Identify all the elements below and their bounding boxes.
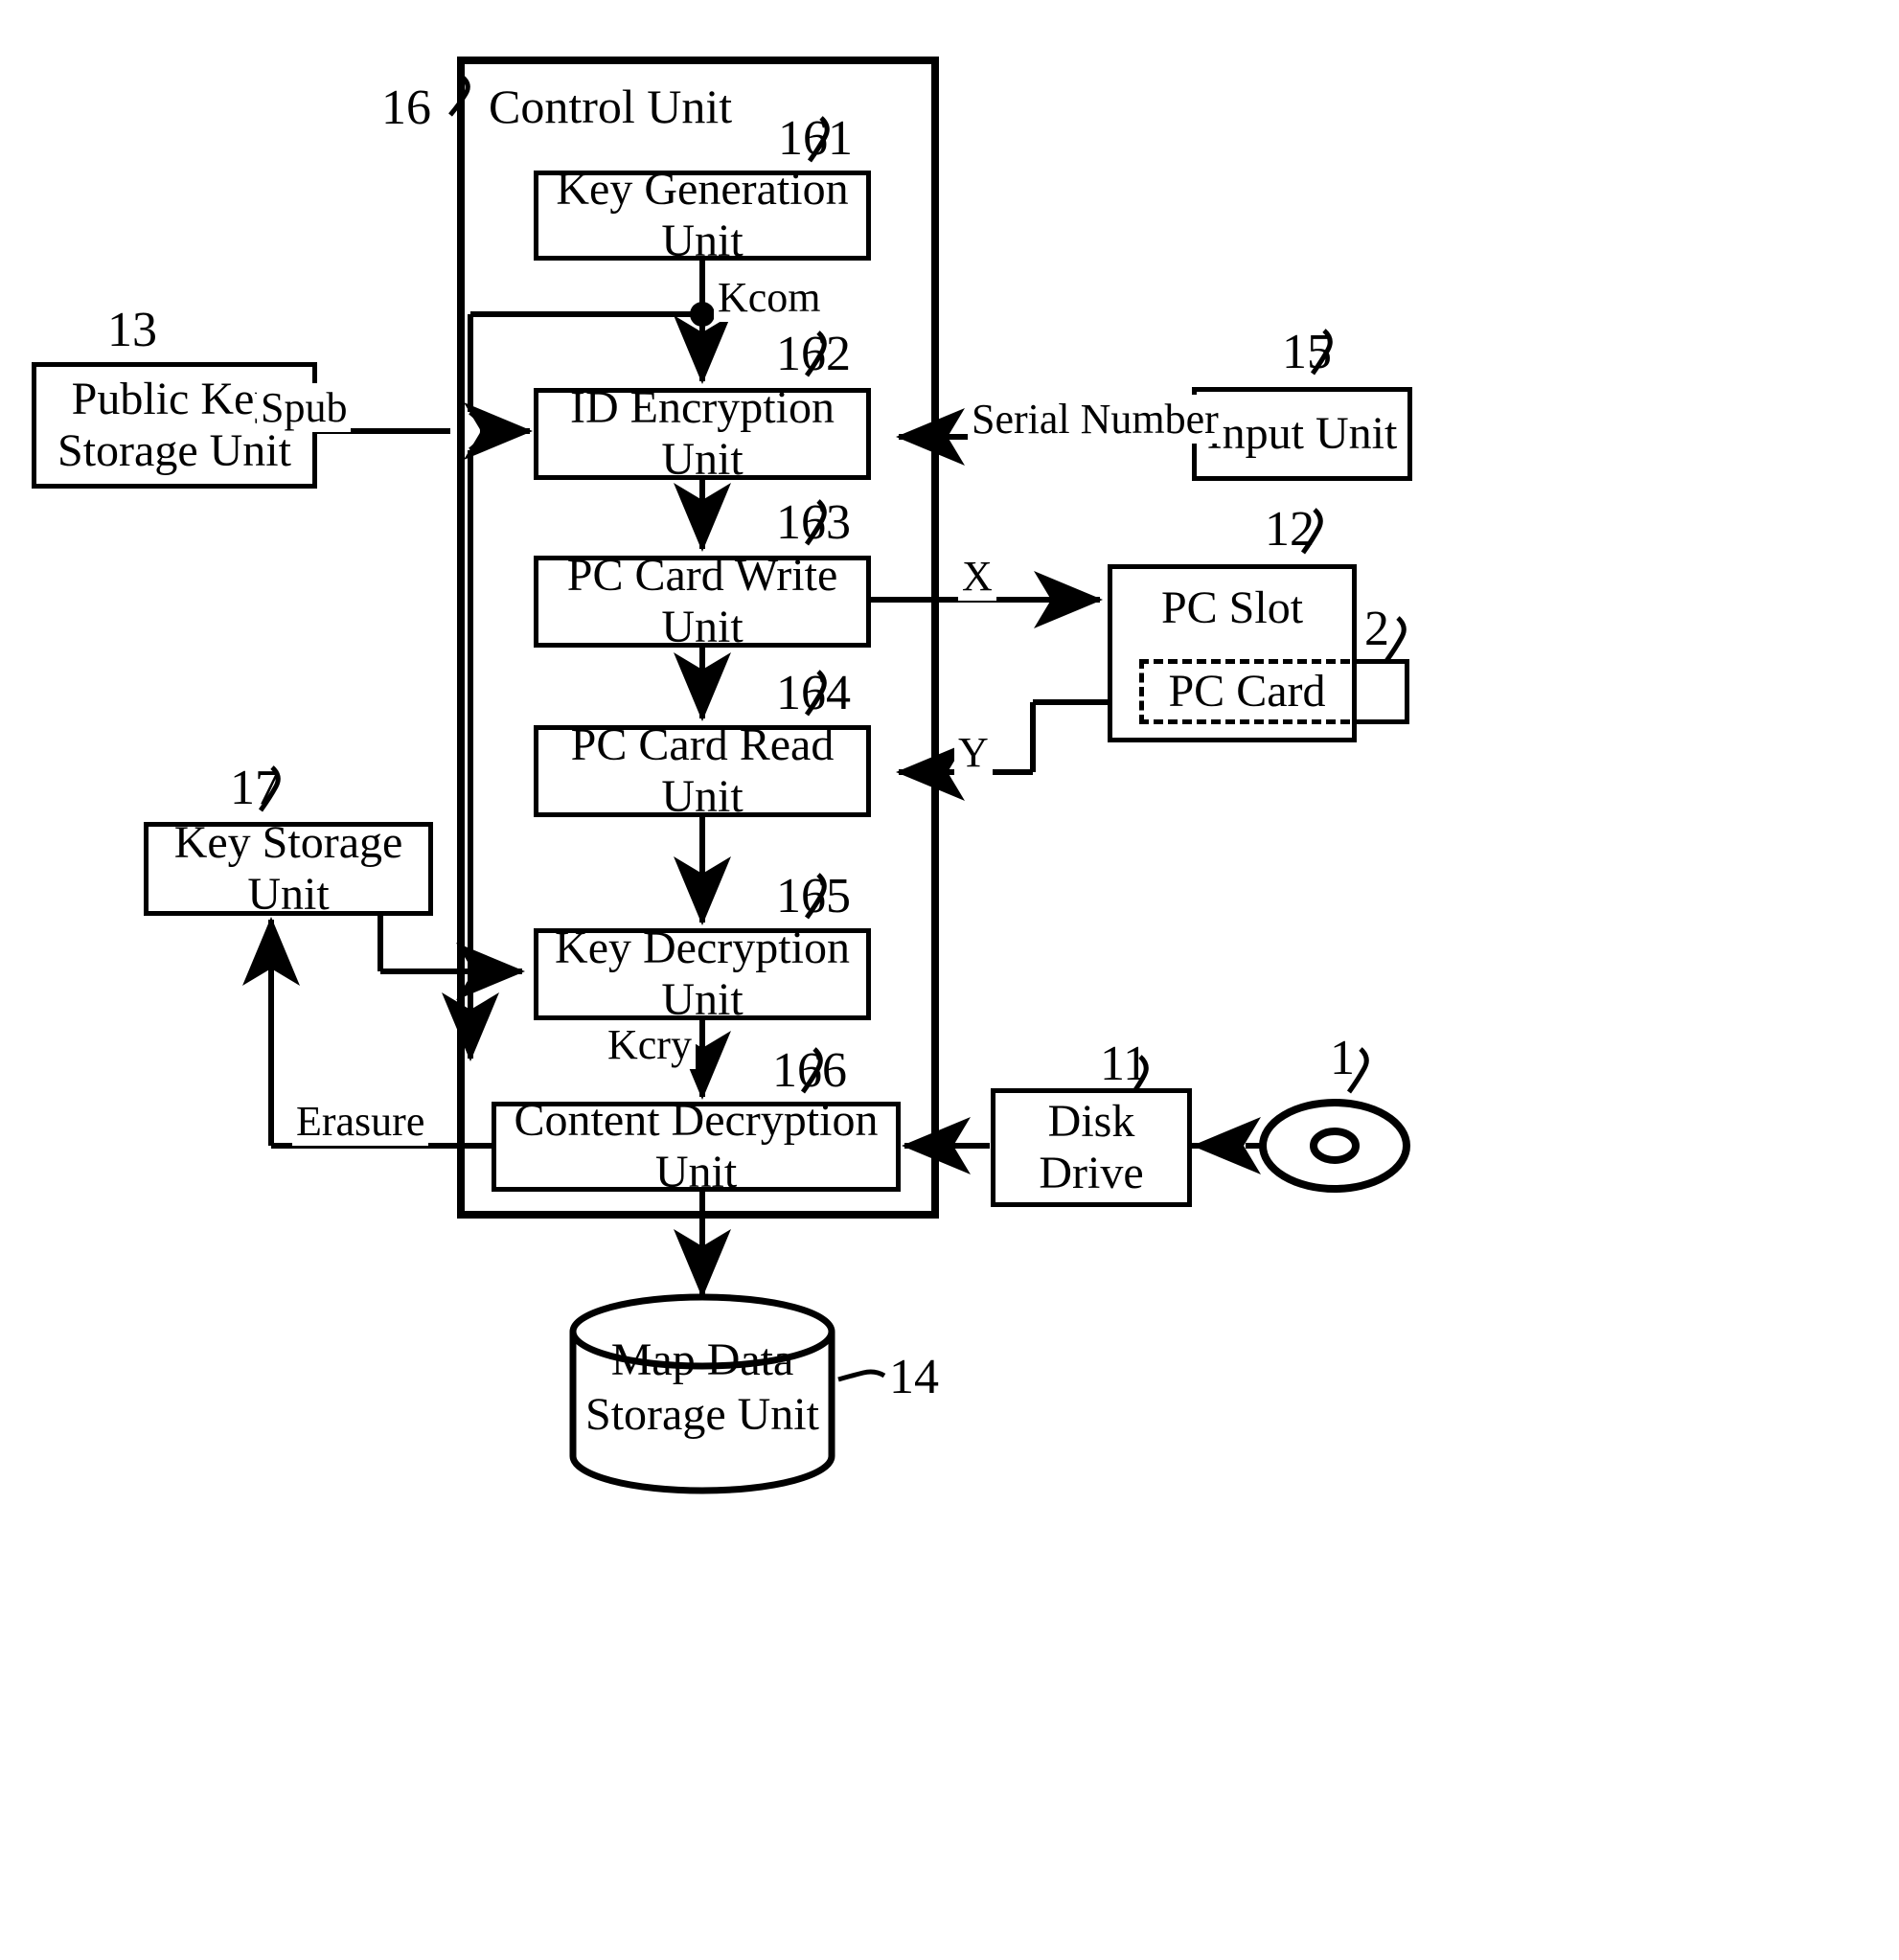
key-generation-unit-label: Key Generation Unit (556, 164, 849, 266)
ref-164: 164 (776, 666, 851, 720)
edge-label-spub: Spub (257, 383, 352, 432)
key-decryption-unit[interactable]: Key Decryption Unit (534, 923, 871, 1025)
ref-2: 2 (1364, 602, 1389, 656)
pc-card-write-unit-label: PC Card Write Unit (566, 550, 838, 652)
key-storage-unit-label: Key Storage Unit (173, 817, 403, 920)
edge-label-y: Y (954, 728, 993, 777)
edge-label-serial-number: Serial Number (968, 395, 1223, 444)
ref-17: 17 (230, 761, 280, 815)
content-decryption-unit[interactable]: Content Decryption Unit (492, 1095, 901, 1197)
input-unit-label: Input Unit (1206, 408, 1398, 460)
public-key-storage-unit-label-line2: Storage Unit (57, 425, 291, 476)
pc-card-read-unit[interactable]: PC Card Read Unit (534, 719, 871, 822)
pc-slot-label: PC Slot (1160, 582, 1304, 633)
ref-162: 162 (776, 327, 851, 381)
map-data-storage-unit-label: Map Data Storage Unit (573, 1333, 832, 1442)
id-encryption-unit[interactable]: ID Encryption Unit (534, 382, 871, 485)
map-data-storage-unit-label-line2: Storage Unit (585, 1388, 819, 1440)
ref-11: 11 (1100, 1037, 1149, 1091)
pc-card-label: PC Card (1168, 666, 1326, 718)
ref-16: 16 (381, 80, 431, 135)
optical-disc-icon (1263, 1102, 1407, 1190)
key-generation-unit[interactable]: Key Generation Unit (534, 164, 871, 266)
ref-161: 161 (778, 111, 853, 166)
edge-label-kcom: Kcom (714, 273, 825, 322)
edge-label-kcry: Kcry (604, 1020, 696, 1069)
disk-drive[interactable]: Disk Drive (991, 1088, 1192, 1207)
connector-layer (138, 57, 1410, 1494)
id-encryption-unit-label: ID Encryption Unit (570, 382, 835, 485)
ref-14: 14 (889, 1350, 939, 1404)
input-unit[interactable]: Input Unit (1192, 387, 1412, 481)
ref-1: 1 (1330, 1031, 1355, 1085)
pc-card-tab (1352, 659, 1409, 724)
edge-label-x: X (958, 552, 996, 601)
ref-12: 12 (1265, 502, 1315, 557)
pc-card-read-unit-label: PC Card Read Unit (570, 719, 835, 822)
ref-165: 165 (776, 869, 851, 923)
pc-card-write-unit[interactable]: PC Card Write Unit (534, 550, 871, 652)
map-data-storage-unit-label-line1: Map Data (610, 1334, 794, 1385)
public-key-storage-unit-label-line1: Public Key (71, 374, 278, 425)
key-storage-unit[interactable]: Key Storage Unit (144, 817, 433, 920)
ref-15: 15 (1282, 325, 1332, 379)
disk-drive-label: Disk Drive (1039, 1096, 1144, 1198)
ref-13: 13 (107, 303, 157, 357)
key-decryption-unit-label: Key Decryption Unit (555, 923, 850, 1025)
control-unit-title: Control Unit (489, 80, 733, 133)
ref-163: 163 (776, 495, 851, 550)
ref-166: 166 (772, 1043, 847, 1098)
edge-label-erasure: Erasure (292, 1097, 429, 1146)
content-decryption-unit-label: Content Decryption Unit (514, 1095, 879, 1197)
pc-card[interactable]: PC Card (1139, 659, 1350, 724)
figure-canvas: Control Unit 16 Key Generation Unit 161 … (0, 0, 1899, 1960)
